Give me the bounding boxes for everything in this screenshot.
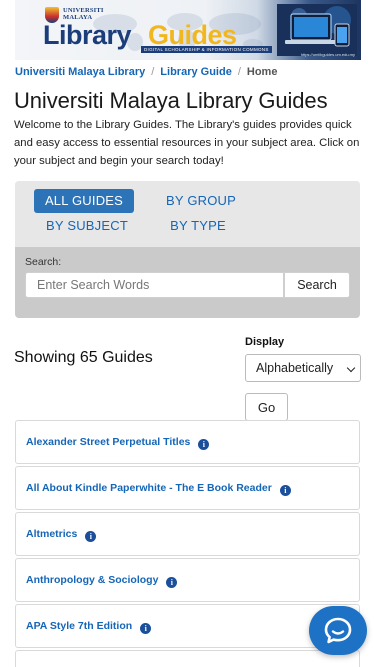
guide-list-item[interactable]: Altmetrics i bbox=[15, 512, 360, 556]
guide-title: Alexander Street Perpetual Titles bbox=[26, 436, 191, 448]
tab-by-subject[interactable]: BY SUBJECT bbox=[36, 214, 138, 238]
info-icon[interactable]: i bbox=[166, 577, 178, 588]
guide-title: Altmetrics bbox=[26, 528, 78, 540]
display-selected-value: Alphabetically bbox=[256, 361, 334, 375]
banner-tagline: DIGITAL SCHOLARSHIP & INFORMATION COMMON… bbox=[141, 46, 272, 53]
guide-link[interactable]: All About Kindle Paperwhite - The E Book… bbox=[26, 482, 291, 496]
display-label: Display bbox=[245, 336, 285, 348]
breadcrumb-separator: / bbox=[237, 66, 241, 78]
tab-all-guides[interactable]: ALL GUIDES bbox=[34, 189, 134, 213]
guide-list-item[interactable]: Anthropology & Sociology i bbox=[15, 558, 360, 602]
university-line1: UNIVERSITI bbox=[63, 7, 104, 14]
guide-link[interactable]: Alexander Street Perpetual Titles i bbox=[26, 436, 210, 450]
university-name: UNIVERSITI MALAYA bbox=[63, 7, 104, 21]
tab-by-group[interactable]: BY GROUP bbox=[153, 189, 249, 213]
search-area: Search: Search bbox=[15, 247, 360, 318]
breadcrumb-current: Home bbox=[246, 66, 278, 78]
guide-link[interactable]: APA Style 7th Edition i bbox=[26, 620, 152, 634]
banner-title-library: Library bbox=[43, 20, 132, 50]
breadcrumb-separator: / bbox=[151, 66, 155, 78]
search-label: Search: bbox=[25, 256, 62, 268]
chevron-down-icon bbox=[346, 363, 356, 373]
search-button[interactable]: Search bbox=[284, 272, 350, 298]
library-guides-banner[interactable]: UNIVERSITI MALAYA Library Guides DIGITAL… bbox=[15, 0, 361, 60]
breadcrumb: Universiti Malaya Library / Library Guide /… bbox=[15, 66, 277, 78]
guide-filter-panel: ALL GUIDES BY GROUP BY SUBJECT BY TYPE S… bbox=[15, 181, 360, 318]
info-icon[interactable]: i bbox=[140, 623, 152, 634]
guide-count-text: Showing 65 Guides bbox=[14, 349, 153, 366]
page-title: Universiti Malaya Library Guides bbox=[14, 88, 328, 113]
info-icon[interactable]: i bbox=[85, 531, 97, 542]
guide-title: APA Style 7th Edition bbox=[26, 620, 133, 632]
guide-list-item[interactable]: All About Kindle Paperwhite - The E Book… bbox=[15, 466, 360, 510]
guide-list-item[interactable] bbox=[15, 650, 360, 667]
banner-url: https://umlibguides.um.edu.my bbox=[300, 52, 355, 57]
chat-button[interactable] bbox=[309, 606, 367, 655]
info-icon[interactable]: i bbox=[198, 439, 210, 450]
filter-tabs: ALL GUIDES BY GROUP BY SUBJECT BY TYPE bbox=[15, 181, 360, 247]
display-sort-select[interactable]: Alphabetically bbox=[245, 354, 361, 382]
chat-icon bbox=[324, 617, 352, 644]
intro-text: Welcome to the Library Guides. The Libra… bbox=[14, 119, 360, 167]
guide-list-item[interactable]: Alexander Street Perpetual Titles i bbox=[15, 420, 360, 464]
guide-link[interactable]: Anthropology & Sociology i bbox=[26, 574, 178, 588]
guide-title: Anthropology & Sociology bbox=[26, 574, 159, 586]
guide-link[interactable]: Altmetrics i bbox=[26, 528, 97, 542]
breadcrumb-link-library[interactable]: Universiti Malaya Library bbox=[15, 66, 145, 78]
devices-graphic bbox=[277, 4, 357, 56]
go-button[interactable]: Go bbox=[245, 393, 288, 421]
guide-title: All About Kindle Paperwhite - The E Book… bbox=[26, 482, 272, 494]
breadcrumb-link-library-guide[interactable]: Library Guide bbox=[160, 66, 232, 78]
guide-list-item[interactable]: APA Style 7th Edition i bbox=[15, 604, 360, 648]
search-input[interactable] bbox=[25, 272, 284, 298]
info-icon[interactable]: i bbox=[279, 485, 291, 496]
tab-by-type[interactable]: BY TYPE bbox=[158, 214, 238, 238]
